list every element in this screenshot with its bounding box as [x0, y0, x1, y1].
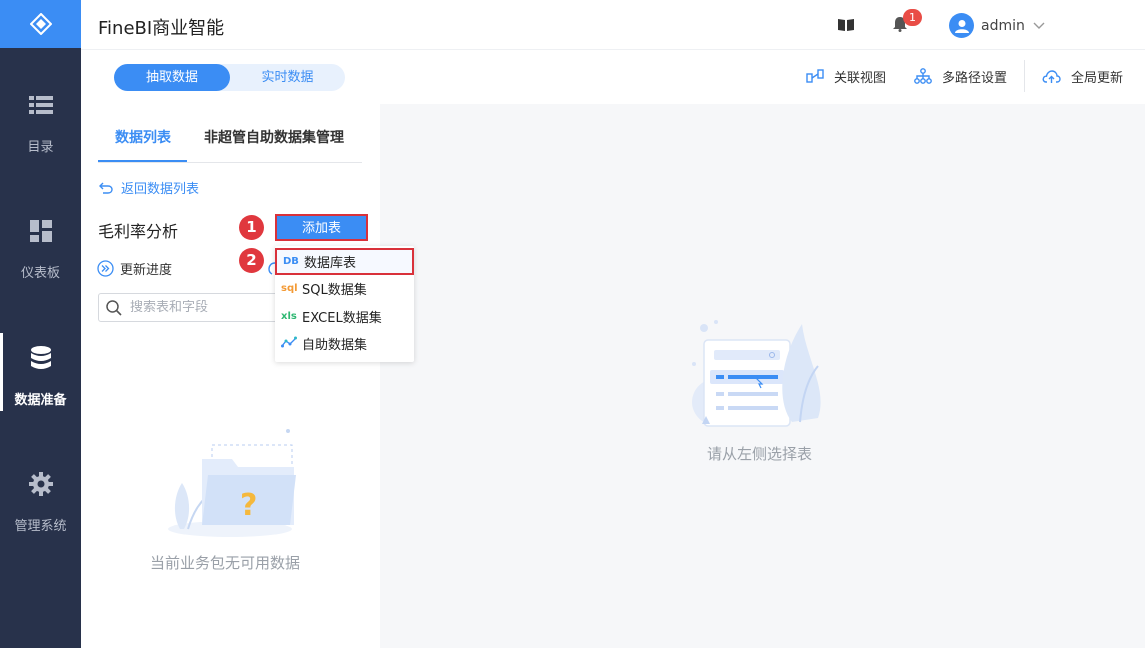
avatar — [949, 13, 974, 38]
database-table-icon: DB — [283, 256, 299, 267]
toolbar-divider — [1024, 60, 1025, 92]
menu-item-sql-dataset[interactable]: sql SQL数据集 — [275, 275, 414, 302]
chevron-down-icon — [1033, 22, 1045, 29]
extract-data-button[interactable]: 抽取数据 — [114, 64, 230, 91]
sql-icon: sql — [281, 283, 298, 294]
logo-icon — [29, 13, 52, 35]
menu-item-excel-dataset[interactable]: xls EXCEL数据集 — [275, 303, 414, 330]
realtime-data-button[interactable]: 实时数据 — [230, 64, 345, 91]
panel-tabs: 数据列表 非超管自助数据集管理 — [98, 115, 362, 163]
menu-item-self-service-dataset[interactable]: 自助数据集 — [275, 330, 414, 357]
multipath-settings-label: 多路径设置 — [942, 70, 1008, 86]
username: admin — [981, 17, 1025, 34]
self-service-dataset-icon — [281, 336, 302, 351]
add-table-menu: DB 数据库表 sql SQL数据集 xls EXCEL数据集 自助数据集 — [275, 246, 414, 362]
app-title: FineBI商业智能 — [98, 18, 225, 39]
nav-item-data-prep[interactable]: 数据准备 — [0, 333, 81, 445]
add-table-button[interactable]: 添加表 — [275, 214, 368, 241]
hierarchy-icon — [914, 68, 932, 84]
progress-icon — [97, 260, 114, 277]
select-table-hint: 请从左侧选择表 — [707, 445, 813, 463]
user-icon — [954, 19, 969, 33]
global-update-button[interactable]: 全局更新 — [1042, 66, 1123, 86]
nav-label: 数据准备 — [14, 393, 67, 408]
menu-item-label: SQL数据集 — [302, 283, 367, 298]
nav-label: 管理系统 — [14, 519, 67, 534]
dashboard-icon — [29, 220, 52, 242]
user-menu[interactable]: admin — [949, 13, 1045, 38]
menu-item-label: EXCEL数据集 — [302, 311, 382, 326]
app-logo[interactable] — [0, 0, 81, 48]
nav-item-catalog[interactable]: 目录 — [0, 92, 81, 192]
active-tab-indicator — [98, 160, 187, 162]
nav-label: 目录 — [27, 140, 54, 155]
gear-icon — [28, 472, 53, 496]
back-link-label: 返回数据列表 — [121, 182, 200, 197]
database-icon — [30, 346, 51, 369]
step-marker-1: 1 — [239, 215, 264, 240]
list-icon — [28, 96, 53, 114]
global-update-label: 全局更新 — [1071, 70, 1124, 86]
tab-data-list[interactable]: 数据列表 — [115, 127, 171, 147]
data-mode-toggle: 抽取数据 实时数据 — [114, 64, 345, 91]
svg-text:?: ? — [240, 488, 257, 523]
search-icon — [106, 299, 122, 316]
update-progress-label: 更新进度 — [120, 263, 173, 278]
back-arrow-icon — [99, 182, 113, 194]
left-nav: 目录 仪表板 数据准备 管理系统 — [0, 0, 81, 648]
empty-folder-illustration: ? — [168, 429, 296, 537]
search-tables-input[interactable] — [130, 300, 270, 315]
empty-package-text: 当前业务包无可用数据 — [150, 554, 301, 572]
menu-item-label: 自助数据集 — [302, 338, 368, 353]
nav-item-admin[interactable]: 管理系统 — [0, 471, 81, 571]
excel-icon: xls — [281, 311, 297, 322]
relation-view-button[interactable]: 关联视图 — [806, 66, 886, 86]
menu-item-label: 数据库表 — [304, 256, 357, 271]
update-progress-link[interactable]: 更新进度 — [97, 259, 172, 278]
package-title: 毛利率分析 — [98, 222, 179, 241]
multipath-settings-button[interactable]: 多路径设置 — [914, 66, 1007, 86]
book-icon[interactable] — [838, 18, 854, 32]
step-marker-2: 2 — [239, 248, 264, 273]
nav-item-dashboard[interactable]: 仪表板 — [0, 218, 81, 318]
cloud-upload-icon — [1042, 69, 1061, 83]
select-table-illustration — [692, 320, 821, 427]
nav-label: 仪表板 — [20, 266, 60, 281]
back-to-data-list-link[interactable]: 返回数据列表 — [99, 178, 199, 197]
relation-view-icon — [806, 69, 824, 83]
menu-item-database-table[interactable]: DB 数据库表 — [275, 248, 414, 275]
notification-badge: 1 — [903, 9, 922, 26]
search-tables-box — [98, 293, 280, 322]
tab-self-service-datasets[interactable]: 非超管自助数据集管理 — [204, 127, 344, 147]
relation-view-label: 关联视图 — [834, 70, 887, 86]
